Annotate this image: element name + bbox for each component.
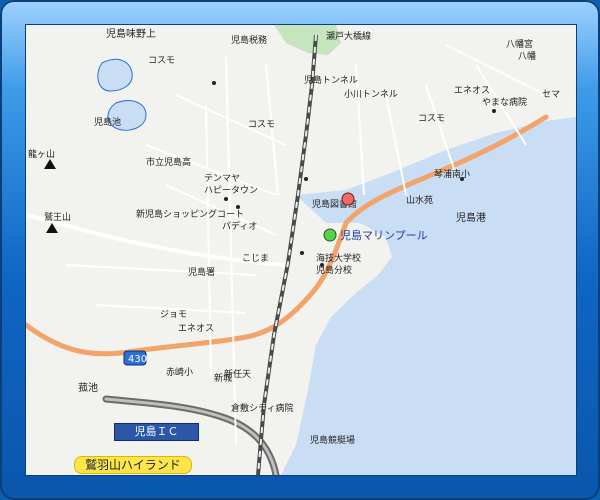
- label-jomo: ジョモ: [160, 310, 187, 320]
- label-kaiji-univ: 海技大学校: [316, 252, 361, 264]
- label-tenmaya: テンマヤ: [204, 173, 240, 184]
- label-cosmo-right: コスモ: [418, 114, 445, 124]
- marker-marine-pool[interactable]: 児島マリンプール: [323, 228, 428, 242]
- pond-shape: [97, 58, 133, 92]
- label-cema: セマ: [542, 89, 560, 100]
- label-school-1: 市立児島高: [146, 156, 191, 168]
- label-fishing: 琴浦南小: [434, 168, 470, 180]
- label-mosquito-left: コスモ: [148, 56, 175, 66]
- label-yamanaka: やまな病院: [482, 96, 527, 108]
- label-station-post: 児島税務: [231, 34, 267, 46]
- label-pond: 児島池: [94, 116, 121, 128]
- label-kojima-kyo: 児島競艇場: [310, 434, 355, 446]
- label-misaki-hachiman: 八幡宮: [506, 38, 533, 50]
- label-eneos-top: エネオス: [454, 85, 490, 96]
- map-viewport[interactable]: 児島味野上 コスモ 児島税務 児島池 鷲王山 龍ヶ山 市立児島高 テンマヤ ハピ…: [25, 24, 577, 476]
- label-yama-yama: 八幡: [518, 50, 536, 62]
- label-ogawa-tunnel: 小川トンネル: [344, 89, 398, 100]
- label-mountain-1: 鷲王山: [44, 211, 71, 223]
- label-shinjo: 新城: [214, 372, 232, 384]
- label-kojima-station: こじま: [242, 253, 269, 264]
- label-happytown: ハピータウン: [204, 185, 258, 196]
- label-mountain-2: 龍ヶ山: [28, 148, 55, 160]
- marker-library[interactable]: [341, 192, 355, 206]
- label-akasaki: 赤崎小: [166, 366, 193, 378]
- svg-text:430: 430: [128, 354, 147, 365]
- label-kurashiki-cooperative: 倉敷シティ病院: [231, 402, 293, 414]
- label-marine-pool: 児島マリンプール: [340, 228, 428, 242]
- washu-highland-badge: 鷲羽山ハイランド: [74, 456, 192, 474]
- label-kojima-ward: 児島署: [188, 266, 215, 278]
- label-eneos-bottom: エネオス: [178, 323, 214, 334]
- label-yamakoen: 山水苑: [406, 194, 433, 206]
- kojima-ic-sign: 児島ＩＣ: [114, 423, 199, 441]
- label-harbor: 児島港: [456, 211, 486, 224]
- map-canvas[interactable]: 児島味野上 コスモ 児島税務 児島池 鷲王山 龍ヶ山 市立児島高 テンマヤ ハピ…: [26, 25, 576, 475]
- label-seto-line: 瀬戸大橋線: [326, 30, 371, 42]
- label-shoppingcourt: 新児島ショッピングコート: [136, 208, 244, 220]
- label-paddeo: パディオ: [222, 220, 257, 232]
- sea-area: [281, 117, 576, 475]
- label-saiso: 菰池: [78, 381, 98, 394]
- label-kojima-tunnel: 児島トンネル: [304, 74, 358, 86]
- label-top-left: 児島味野上: [106, 27, 156, 40]
- label-cosmo-mid: コスモ: [248, 120, 275, 130]
- route-430-badge: 430: [123, 350, 147, 366]
